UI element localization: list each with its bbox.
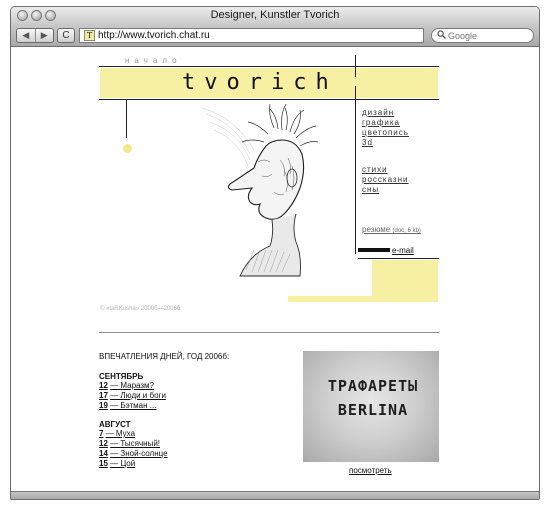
header-marker-line [355,55,356,77]
menu-link-poems[interactable]: стихи [362,165,409,175]
copyright-note: © «taRKusha» 2000б—2006б [100,306,181,312]
menu-link-dreams[interactable]: сны [362,185,409,195]
news-item[interactable]: 7 — Муха [99,429,168,439]
site-logo[interactable]: tvorich [182,70,338,95]
news-month-september: СЕНТЯБРЬ 12 — Маразм? 17 — Люди и боги 1… [99,372,166,411]
decorative-block [372,260,438,302]
news-heading: ВПЕЧАТЛЕНИЯ ДНЕЙ, ГОД 2006б: [99,352,230,361]
writing-menu: стихи россказни сны [362,165,409,195]
email-bar [358,248,390,252]
resume-link[interactable]: резюме (doc, 6 kb) [362,225,421,234]
resume-meta: (doc, 6 kb) [392,228,421,234]
home-link[interactable]: начало [125,56,182,65]
portrait-illustration [201,103,319,277]
decorative-dot [123,144,132,153]
resume-label: резюме [362,225,391,234]
page-content: начало tvorich дизайн графика цветопись … [0,0,550,510]
menu-link-design[interactable]: дизайн [362,108,409,118]
menu-link-color-painting[interactable]: цветопись [362,128,409,138]
view-stencils-link[interactable]: посмотреть [349,466,392,475]
photo-caption-line2: BERLINA [337,401,409,419]
month-label: СЕНТЯБРЬ [99,372,144,381]
news-item[interactable]: 19 — Бэтман ... [99,401,166,411]
section-separator [99,332,439,333]
decorative-strip [288,296,374,302]
month-label: АВГУСТ [99,420,131,429]
news-item[interactable]: 12 — Тысячный! [99,439,168,449]
email-rule [358,258,439,259]
news-month-august: АВГУСТ 7 — Муха 12 — Тысячный! 14 — Зной… [99,420,168,469]
photo-caption-line1: ТРАФАРЕТЫ [327,377,419,395]
stencils-photo[interactable]: ТРАФАРЕТЫ BERLINA [303,351,439,462]
email-link[interactable]: e-mail [392,246,414,255]
art-menu: дизайн графика цветопись 3d [362,108,409,148]
news-item[interactable]: 17 — Люди и боги [99,391,166,401]
news-item[interactable]: 12 — Маразм? [99,381,166,391]
news-item[interactable]: 15 — Цой [99,459,168,469]
left-marker-line [126,100,127,138]
menu-link-graphics[interactable]: графика [362,118,409,128]
header-top-rule [99,66,439,67]
menu-link-3d[interactable]: 3d [362,138,409,148]
menu-link-stories[interactable]: россказни [362,175,409,185]
news-item[interactable]: 14 — Зной-солнце [99,449,168,459]
